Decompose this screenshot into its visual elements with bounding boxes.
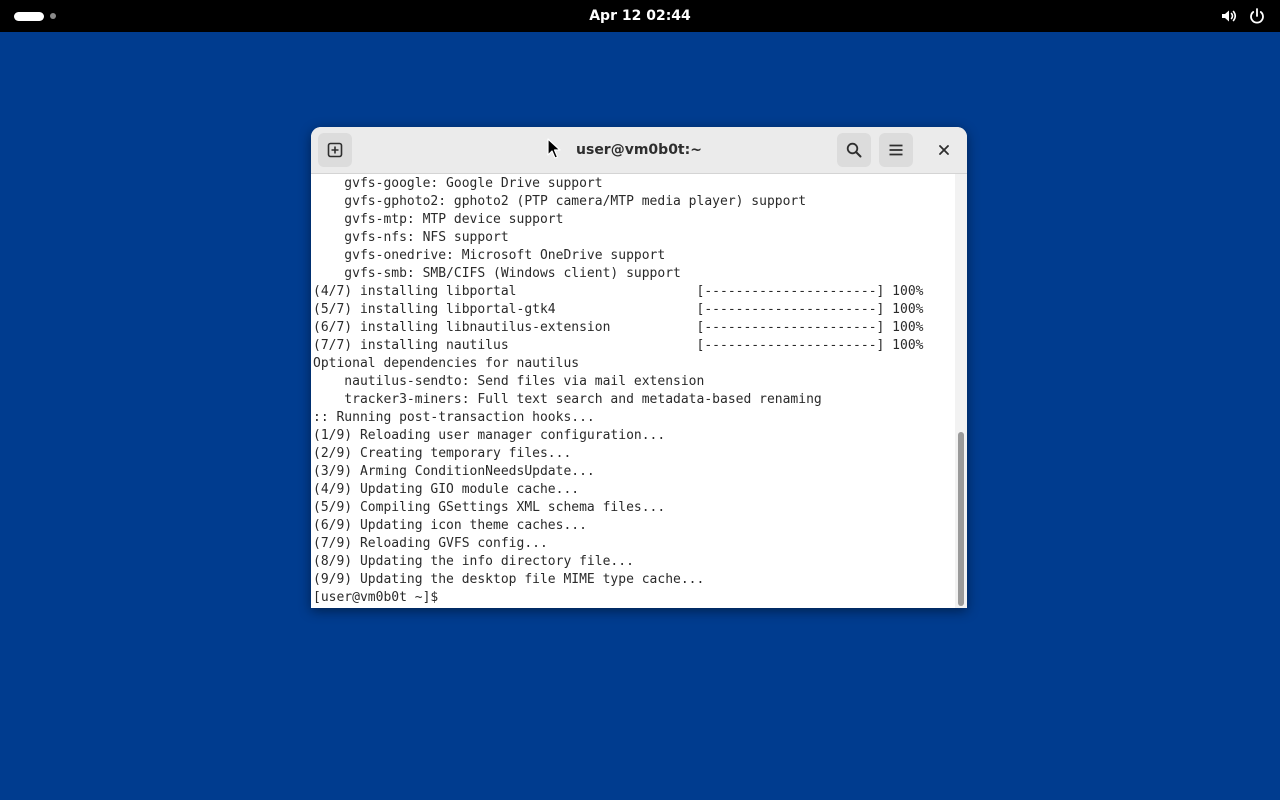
- terminal-line: (3/9) Arming ConditionNeedsUpdate...: [313, 464, 595, 479]
- terminal-line: (4/7) installing libportal [------------…: [313, 284, 924, 299]
- text-cursor: [446, 589, 454, 604]
- power-icon: [1250, 8, 1264, 24]
- terminal-line: (1/9) Reloading user manager configurati…: [313, 428, 666, 443]
- terminal-line: gvfs-smb: SMB/CIFS (Windows client) supp…: [313, 266, 681, 281]
- main-menu-button[interactable]: [879, 133, 913, 167]
- terminal-line: (6/9) Updating icon theme caches...: [313, 518, 587, 533]
- terminal-line: (7/9) Reloading GVFS config...: [313, 536, 548, 551]
- terminal-lines: gvfs-google: Google Drive support gvfs-g…: [313, 175, 923, 607]
- new-tab-icon: [327, 142, 343, 158]
- search-icon: [846, 142, 862, 158]
- volume-icon: [1222, 10, 1237, 22]
- terminal-line: Optional dependencies for nautilus: [313, 356, 580, 371]
- window-headerbar[interactable]: user@vm0b0t:~: [311, 127, 967, 174]
- active-workspace-indicator: [14, 11, 44, 21]
- terminal-line: :: Running post-transaction hooks...: [313, 410, 595, 425]
- terminal-line: gvfs-onedrive: Microsoft OneDrive suppor…: [313, 248, 666, 263]
- terminal-line: gvfs-gphoto2: gphoto2 (PTP camera/MTP me…: [313, 194, 807, 209]
- scrollbar-thumb[interactable]: [958, 432, 964, 606]
- terminal-line: gvfs-mtp: MTP device support: [313, 212, 564, 227]
- terminal-line: gvfs-google: Google Drive support: [313, 176, 603, 191]
- terminal-prompt-line[interactable]: [user@vm0b0t ~]$: [313, 589, 923, 607]
- terminal-line: (9/9) Updating the desktop file MIME typ…: [313, 572, 705, 587]
- top-bar: Apr 12 02:44: [0, 0, 1280, 32]
- inactive-workspace-indicator: [50, 13, 56, 19]
- terminal-output[interactable]: gvfs-google: Google Drive support gvfs-g…: [311, 174, 955, 608]
- terminal-window[interactable]: user@vm0b0t:~ gvfs-google: Google Drive …: [311, 127, 967, 608]
- close-icon: [939, 145, 949, 155]
- terminal-line: (4/9) Updating GIO module cache...: [313, 482, 580, 497]
- activities-button[interactable]: [14, 11, 56, 21]
- terminal-line: (5/7) installing libportal-gtk4 [-------…: [313, 302, 924, 317]
- terminal-line: nautilus-sendto: Send files via mail ext…: [313, 374, 705, 389]
- vertical-scrollbar[interactable]: [955, 174, 967, 608]
- close-window-button[interactable]: [932, 138, 956, 162]
- terminal-line: tracker3-miners: Full text search and me…: [313, 392, 822, 407]
- terminal-line: (2/9) Creating temporary files...: [313, 446, 572, 461]
- terminal-line: gvfs-nfs: NFS support: [313, 230, 509, 245]
- new-tab-button[interactable]: [318, 133, 352, 167]
- terminal-line: (8/9) Updating the info directory file..…: [313, 554, 634, 569]
- window-title: user@vm0b0t:~: [576, 142, 702, 158]
- clock[interactable]: Apr 12 02:44: [540, 0, 740, 32]
- mouse-pointer-icon: [547, 138, 561, 159]
- terminal-line: (5/9) Compiling GSettings XML schema fil…: [313, 500, 666, 515]
- terminal-line: (6/7) installing libnautilus-extension […: [313, 320, 924, 335]
- search-button[interactable]: [837, 133, 871, 167]
- terminal-line: (7/7) installing nautilus [-------------…: [313, 338, 924, 353]
- system-tray[interactable]: [1220, 6, 1266, 26]
- shell-prompt: [user@vm0b0t ~]$: [313, 590, 447, 605]
- hamburger-menu-icon: [889, 144, 903, 156]
